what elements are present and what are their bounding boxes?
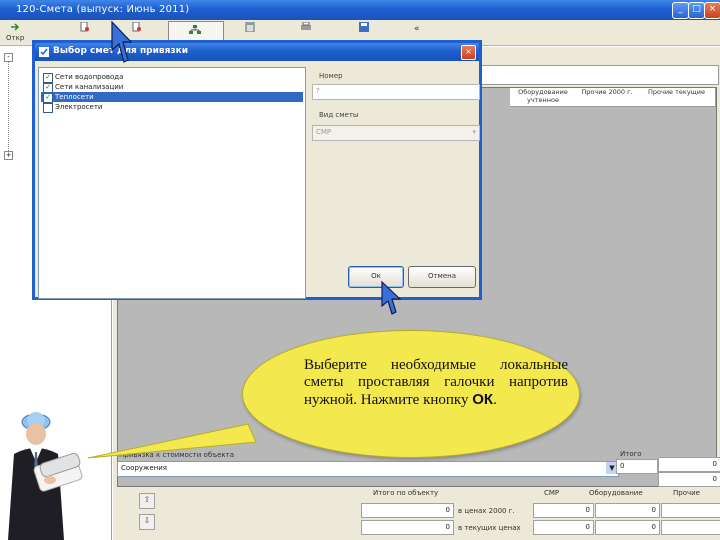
total-field: 0 [616,459,658,474]
callout-tail [88,423,257,459]
cancel-button[interactable]: Отмена [408,266,476,288]
estimates-checklist: ✓ Сети водопровода ✓ Сети канализации ✓ … [38,67,306,299]
chevron-down-icon: ▾ [472,128,476,136]
list-item[interactable]: Электросети [41,102,303,113]
list-item-selected[interactable]: ✓ Теплосети [41,92,303,103]
estimate-type-value: СМР [316,128,332,136]
object-2000-field: 0 [361,503,454,518]
app-title: 120-Смета (выпуск: Июнь 2011) [16,4,190,15]
mouse-pointer-icon [111,20,132,63]
estimate-type-select[interactable]: СМР ▾ [312,125,480,141]
tree-guide [8,53,9,153]
tree-icon [189,25,201,34]
object-current-field: 0 [361,520,454,535]
calc-button[interactable] [244,22,256,34]
number-input[interactable]: ? [312,84,480,100]
close-button[interactable]: × [704,2,720,19]
equipment-2000-field: 0 [595,503,660,518]
col-smr-label: СМР [544,489,560,497]
document-icon [80,22,89,32]
other-current-field [661,520,720,535]
app-titlebar: 120-Смета (выпуск: Июнь 2011) _ □ × [0,0,720,20]
number-label: Номер [319,72,343,80]
total-label: Итого [620,450,642,458]
maximize-button[interactable]: □ [688,2,705,19]
smr-current-field: 0 [533,520,594,535]
instruction-text-bold: ОК [472,391,494,408]
side-value-1: 0 [658,457,720,472]
list-item-label: Теплосети [55,93,94,101]
print-button[interactable] [300,22,312,34]
calculator-icon [245,22,255,32]
save-button[interactable] [358,22,370,34]
list-item[interactable]: ✓ Сети канализации [41,82,303,93]
estimate-type-label: Вид сметы [319,111,359,119]
row-2000-label: в ценах 2000 г. [458,507,515,515]
dialog-titlebar: Выбор смет для привязки × [35,43,479,61]
tree-expander[interactable]: + [4,151,13,160]
equipment-current-field: 0 [595,520,660,535]
printer-icon [301,22,311,30]
list-item[interactable]: ✓ Сети водопровода [41,72,303,83]
arrow-icon [11,23,20,31]
other-2000-field [661,503,720,518]
instruction-text: Выберите необходимые локальные сметы про… [304,357,568,409]
mouse-pointer-icon [381,280,402,315]
move-down-button[interactable]: ⇩ [139,514,155,530]
col-other-label: Прочие [673,489,700,497]
select-estimates-dialog: Выбор смет для привязки × ✓ Сети водопро… [32,40,482,300]
tree-expander[interactable]: - [4,53,13,62]
smr-2000-field: 0 [533,503,594,518]
instruction-text-end: . [493,392,497,408]
app-icon [39,47,49,57]
open-label: Откр [6,34,25,42]
save-icon [359,22,369,32]
instruction-text-main: Выберите необходимые локальные сметы про… [304,357,568,408]
list-item-label: Электросети [55,103,103,111]
grid-header-other-2000: Прочие 2000 г. [576,88,639,107]
minimize-button[interactable]: _ [672,2,689,19]
object-total-label: Итого по объекту [373,489,439,497]
side-value-2: 0 [658,472,720,487]
grid-header-other-current: Прочие текущие [638,88,716,107]
presenter-figure [8,412,83,540]
grid-header-equipment: Оборудование учтенное [510,88,577,107]
new-doc-button[interactable] [78,22,90,34]
move-up-button[interactable]: ⇧ [139,493,155,509]
ribbon-collapse-button[interactable]: « [414,24,420,34]
col-equipment-label: Оборудование [589,489,643,497]
filter-field[interactable] [481,65,719,85]
open-button[interactable]: Откр [6,22,24,42]
row-current-label: в текущих ценах [458,524,521,532]
list-item-label: Сети канализации [55,83,124,91]
checkbox[interactable] [43,103,53,113]
dialog-close-button[interactable]: × [461,45,476,60]
list-item-label: Сети водопровода [55,73,124,81]
